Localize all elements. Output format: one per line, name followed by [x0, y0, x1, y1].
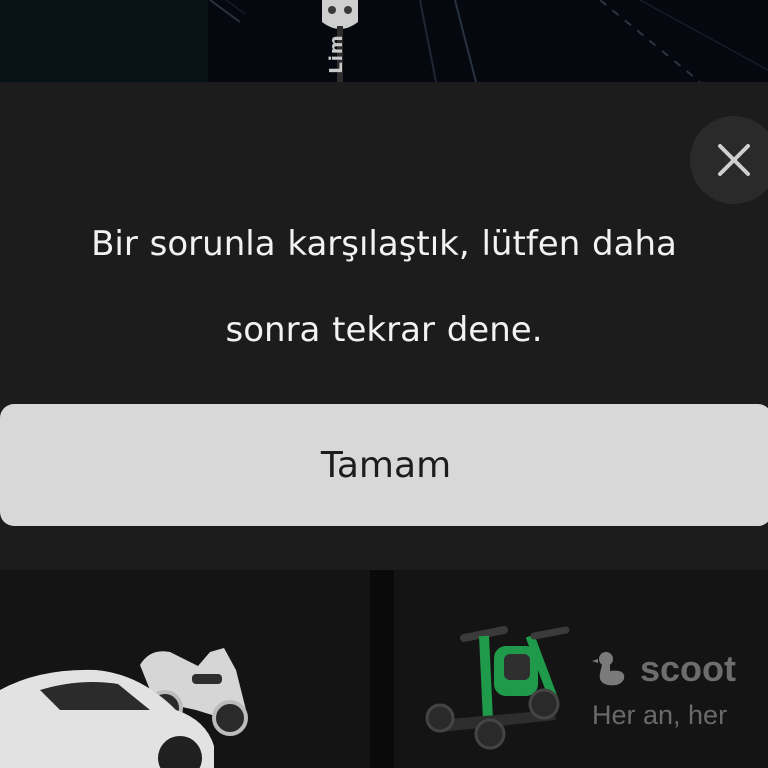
vehicle-category-list: scoot Her an, her: [0, 570, 768, 768]
kick-scooter-illustration-icon: [425, 626, 570, 750]
error-message-line-1: Bir sorunla karşılaştık, lütfen daha: [91, 224, 677, 264]
vehicle-card-car-moped[interactable]: [0, 570, 370, 768]
map-streets: [209, 0, 768, 82]
map-view[interactable]: Lim: [0, 0, 768, 82]
error-dialog: Bir sorunla karşılaştık, lütfen daha son…: [0, 82, 768, 570]
close-button[interactable]: [690, 116, 768, 204]
vehicle-marker-label: Lim: [326, 34, 347, 74]
error-message: Bir sorunla karşılaştık, lütfen daha son…: [24, 222, 744, 352]
card-divider: [370, 570, 394, 768]
ok-button[interactable]: Tamam: [0, 404, 768, 526]
duck-logo-icon: [592, 652, 625, 686]
error-message-line-2: sonra tekrar dene.: [225, 310, 543, 350]
close-icon: [718, 144, 750, 176]
vehicle-card-scooter[interactable]: scoot Her an, her: [394, 570, 768, 768]
brand-name: scoot: [640, 648, 737, 689]
brand-row: scoot: [592, 648, 736, 690]
brand-tagline: Her an, her: [592, 700, 728, 730]
car-and-scooter-illustration-icon: [0, 648, 248, 768]
app-screen: Lim Bir sorunla karşılaştık, lütfen daha…: [0, 0, 768, 768]
